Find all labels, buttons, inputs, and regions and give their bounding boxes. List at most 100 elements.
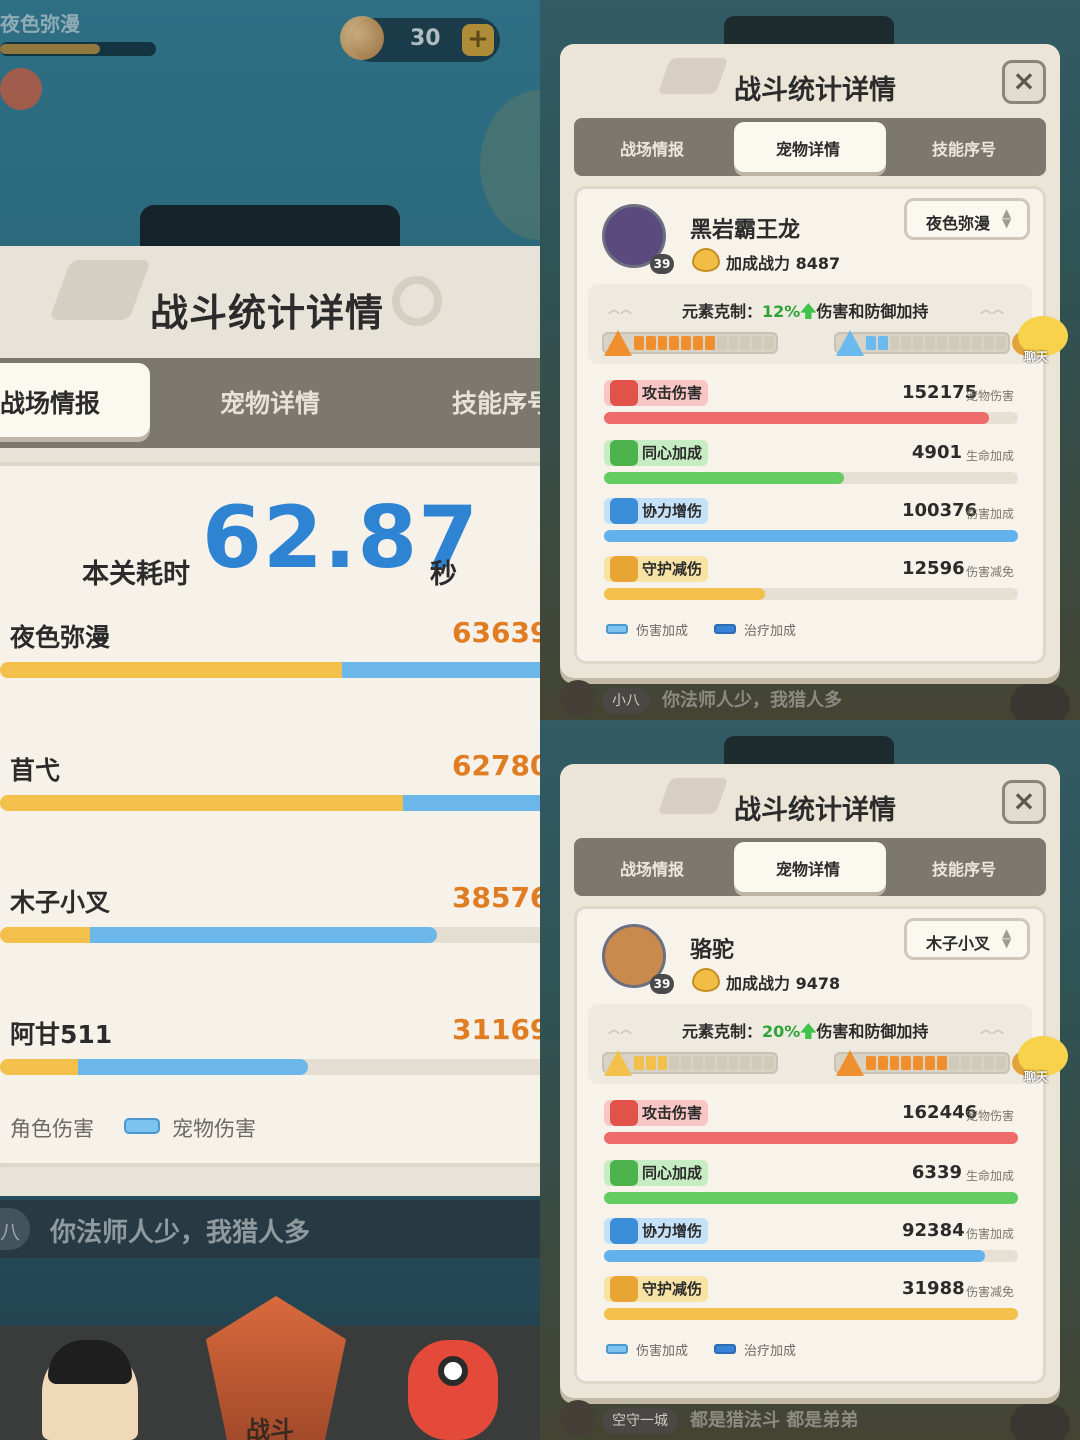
stat-value: 100376 [902,500,978,521]
tab-battlefield[interactable]: 战场情报 [620,856,684,880]
stat-value: 92384 [902,1220,965,1241]
stat-bar-fill [604,412,990,424]
stat-bar-fill [604,530,1018,542]
power-bonus-value: 8487 [795,254,841,273]
tab-skill-order[interactable]: 技能序号 [932,136,996,160]
map-planet-icon [480,90,540,240]
stat-icon [610,1218,638,1244]
stat-bar-track [604,1192,1018,1204]
stat-sub-label: 伤害减免 [966,1285,1015,1299]
owner-select-value[interactable]: 夜色弥漫 [926,210,990,234]
chat-sender: 空守一城 [602,1408,678,1434]
pet-detail-panel-1: 战斗统计详情 × 战场情报 宠物详情 技能序号 39 黑岩霸王龙 加成战力 84… [540,0,1080,720]
player-row-name: 阿甘511 [10,1020,113,1049]
sort-arrows-icon[interactable]: ▲ ▼ [1002,927,1011,949]
chevron-right-icon: ︿︿ [980,1022,1005,1036]
power-bonus: 加成战力 8487 [726,254,841,273]
chat-send-button[interactable] [1010,1404,1070,1440]
chat-sender: 小八 [602,688,650,714]
player-row-name: 苜弋 [10,756,61,785]
power-bonus-icon [692,248,720,272]
element-counter: 元素克制：12% 伤害和防御加持 [682,302,929,321]
tab-skill-order[interactable]: 技能序号 [452,384,540,420]
stat-sub-label: 宠物伤害 [966,1109,1015,1123]
player-name: 夜色弥漫 [0,12,80,36]
stat-icon [610,1160,638,1186]
stat-bar-track [604,1308,1018,1320]
gear-icon[interactable] [0,68,42,110]
pet-level-badge: 39 [650,254,674,274]
tab-battlefield[interactable]: 战场情报 [0,384,100,420]
stat-value: 31988 [902,1278,965,1299]
stat-bar-track [604,412,1018,424]
arrow-up-icon [800,303,817,319]
legend-heal-label: 治疗加成 [744,1344,797,1359]
owner-select-value[interactable]: 木子小叉 [926,930,990,954]
chat-button-label[interactable]: 聊天 [1024,348,1048,365]
chevron-left-icon: ︿︿ [608,1022,633,1036]
stat-value: 6339 [911,1162,962,1183]
element-counter: 元素克制：20% 伤害和防御加持 [682,1022,929,1041]
stat-bar-fill [604,1192,1018,1204]
close-button[interactable]: × [1002,60,1046,104]
time-label: 本关耗时 [82,559,190,590]
role-damage-bar [0,795,403,811]
stat-sub-label: 宠物伤害 [966,389,1015,403]
stat-sub-label: 生命加成 [966,1169,1015,1183]
tab-battlefield[interactable]: 战场情报 [620,136,684,160]
chat-avatar [560,1400,596,1436]
stat-bar-fill [604,472,845,484]
chat-message: 你法师人少，我猎人多 [50,1218,311,1248]
chat-send-button[interactable] [1010,684,1070,720]
sort-arrows-icon[interactable]: ▲ ▼ [1002,207,1011,229]
legend-pet-label: 宠物伤害 [172,1117,256,1141]
stat-sub-label: 生命加成 [966,449,1015,463]
close-button[interactable]: × [1002,780,1046,824]
legend-damage-label: 伤害加成 [636,1344,689,1359]
tab-skill-order[interactable]: 技能序号 [932,856,996,880]
power-bonus-icon [692,968,720,992]
stat-icon [610,498,638,524]
stat-bar-track [604,530,1018,542]
player-row-total: 636392 [452,616,540,649]
tab-pet-details[interactable]: 宠物详情 [776,856,840,880]
time-unit: 秒 [430,559,457,590]
stat-bar-fill [604,1308,1018,1320]
pet-damage-bar [403,795,540,811]
chat-button-label[interactable]: 聊天 [1024,1068,1048,1085]
stat-sub-label: 伤害减免 [966,565,1015,579]
stat-bar-fill [604,1132,1018,1144]
legend-role-label: 角色伤害 [10,1117,94,1141]
player-row-total: 311695 [452,1013,540,1046]
stat-icon [610,380,638,406]
chevron-left-icon: ︿︿ [608,302,633,316]
stat-bar-track [604,588,1018,600]
nav-battle-label[interactable]: 战斗 [246,1410,294,1440]
tab-pet-details[interactable]: 宠物详情 [220,384,320,420]
player-row-total: 627801 [452,749,540,782]
dialog-title: 战斗统计详情 [734,795,896,826]
stat-value: 152175 [902,382,978,403]
stat-sub-label: 伤害加成 [966,507,1015,521]
legend-heal-swatch [714,1344,736,1354]
pet-damage-bar [90,927,437,943]
legend-pet-swatch [124,1118,160,1134]
stat-bar-track [604,1250,1018,1262]
stat-bar-fill [604,588,766,600]
stat-value: 4901 [911,442,962,463]
stat-value: 12596 [902,558,965,579]
nav-dragon-avatar[interactable] [408,1340,498,1440]
legend-heal-swatch [714,624,736,634]
stat-bar-track [604,472,1018,484]
stat-icon [610,556,638,582]
chat-avatar [560,680,596,716]
role-damage-bar [0,927,90,943]
player-row-total: 385767 [452,881,540,914]
power-bonus-value: 9478 [795,974,841,993]
chat-sender: 八 [0,1220,20,1244]
battle-stats-screen-left: 夜色弥漫 30 + 战斗统计详情 战场情报 宠物详情 技能序号 本关耗时 62.… [0,0,540,1440]
tab-pet-details[interactable]: 宠物详情 [776,136,840,160]
add-coins-button[interactable]: + [462,24,494,56]
exp-bar-fill [0,44,100,54]
player-row-name: 木子小叉 [10,888,111,917]
